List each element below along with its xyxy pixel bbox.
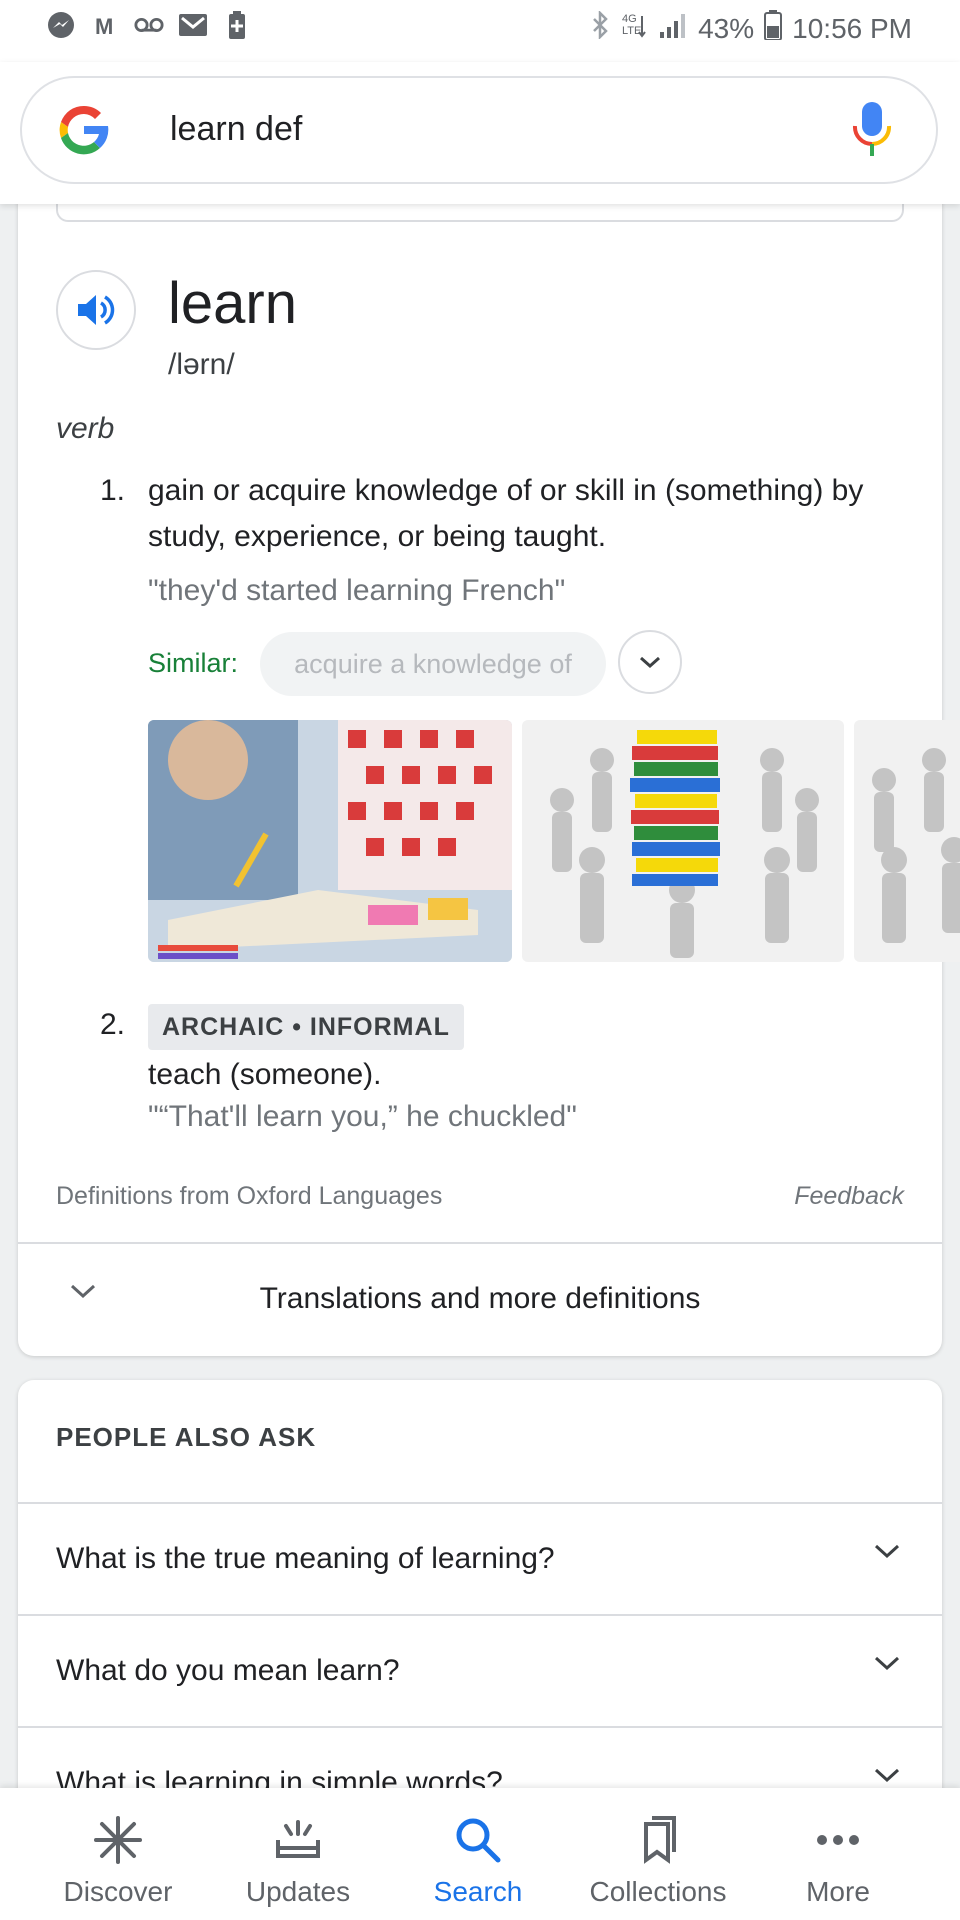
people-circle-image[interactable] <box>854 720 960 962</box>
battery-percent: 43% <box>698 12 755 44</box>
translations-label: Translations and more definitions <box>259 1282 701 1315</box>
chevron-down-icon <box>640 656 660 669</box>
usage-tag: ARCHAIC • INFORMAL <box>148 1004 464 1050</box>
nav-label: More <box>806 1876 870 1907</box>
nav-updates[interactable]: Updates <box>208 1788 388 1920</box>
nav-search[interactable]: Search <box>388 1788 568 1920</box>
similar-chip[interactable]: acquire a knowledge of <box>260 632 606 696</box>
question-row[interactable]: What do you mean learn? <box>18 1614 942 1726</box>
collections-icon <box>644 1816 676 1864</box>
definition-text: gain or acquire knowledge of or skill in… <box>148 474 864 553</box>
dictionary-word: learn <box>168 271 297 336</box>
nav-label: Discover <box>63 1876 173 1907</box>
battery-saver-icon <box>222 10 252 40</box>
definition-example: "“That'll learn you,” he chuckled" <box>148 1100 577 1133</box>
definition-number: 2. <box>100 1008 126 1041</box>
gmail-m-icon: M <box>90 10 120 40</box>
nav-discover[interactable]: Discover <box>28 1788 208 1920</box>
expand-similar-button[interactable] <box>618 630 682 694</box>
nav-label: Updates <box>245 1876 351 1907</box>
svg-text:4G: 4G <box>622 13 637 25</box>
mail-icon <box>178 10 208 40</box>
svg-text:LTE: LTE <box>622 25 641 37</box>
voicemail-icon <box>134 10 164 40</box>
more-icon <box>817 1835 859 1845</box>
status-bar: M 4G LTE 43% 10:56 PM <box>0 0 960 62</box>
microphone-icon[interactable] <box>850 98 894 162</box>
phonetic: /lərn/ <box>168 348 235 381</box>
similar-label: Similar: <box>148 648 239 678</box>
search-header: learn def <box>0 62 960 204</box>
definition-text: teach (someone). <box>148 1058 382 1091</box>
svg-text:M: M <box>95 14 113 38</box>
nav-label: Collections <box>589 1876 727 1907</box>
signal-icon <box>658 12 688 45</box>
updates-icon <box>276 1820 320 1858</box>
bluetooth-icon <box>590 9 610 46</box>
clock: 10:56 PM <box>792 12 912 44</box>
people-also-ask-title: PEOPLE ALSO ASK <box>56 1422 317 1452</box>
search-bar[interactable]: learn def <box>20 76 938 184</box>
dictionary-source: Definitions from Oxford Languages <box>56 1182 443 1210</box>
learning-students-image[interactable] <box>148 720 512 962</box>
definition-example: "they'd started learning French" <box>148 574 566 607</box>
google-logo-icon[interactable] <box>54 100 114 160</box>
question-text: What do you mean learn? <box>56 1654 400 1687</box>
feedback-link[interactable]: Feedback <box>794 1182 904 1211</box>
question-text: What is the true meaning of learning? <box>56 1542 555 1575</box>
books-circle-image[interactable] <box>522 720 844 962</box>
bottom-navigation: Discover Updates Search Collections More <box>0 1788 960 1920</box>
dictionary-card: learn /lərn/ verb 1. gain or acquire kno… <box>18 180 960 1356</box>
battery-icon <box>764 10 783 47</box>
pronounce-button[interactable] <box>56 270 136 350</box>
lte-icon: 4G LTE <box>620 10 648 47</box>
messenger-icon <box>46 10 76 40</box>
nav-label: Search <box>433 1876 523 1907</box>
chevron-down-icon <box>874 1656 900 1671</box>
chevron-down-icon <box>874 1768 900 1783</box>
search-icon <box>456 1818 501 1863</box>
chevron-down-icon <box>874 1544 900 1559</box>
definition-number: 1. <box>100 474 126 507</box>
search-query[interactable]: learn def <box>170 110 302 149</box>
discover-icon <box>94 1816 142 1864</box>
nav-more[interactable]: More <box>748 1788 928 1920</box>
speaker-icon <box>78 295 115 325</box>
question-row[interactable]: What is the true meaning of learning? <box>18 1502 942 1614</box>
part-of-speech: verb <box>56 412 115 445</box>
nav-collections[interactable]: Collections <box>568 1788 748 1920</box>
translations-toggle[interactable]: Translations and more definitions <box>18 1244 942 1356</box>
